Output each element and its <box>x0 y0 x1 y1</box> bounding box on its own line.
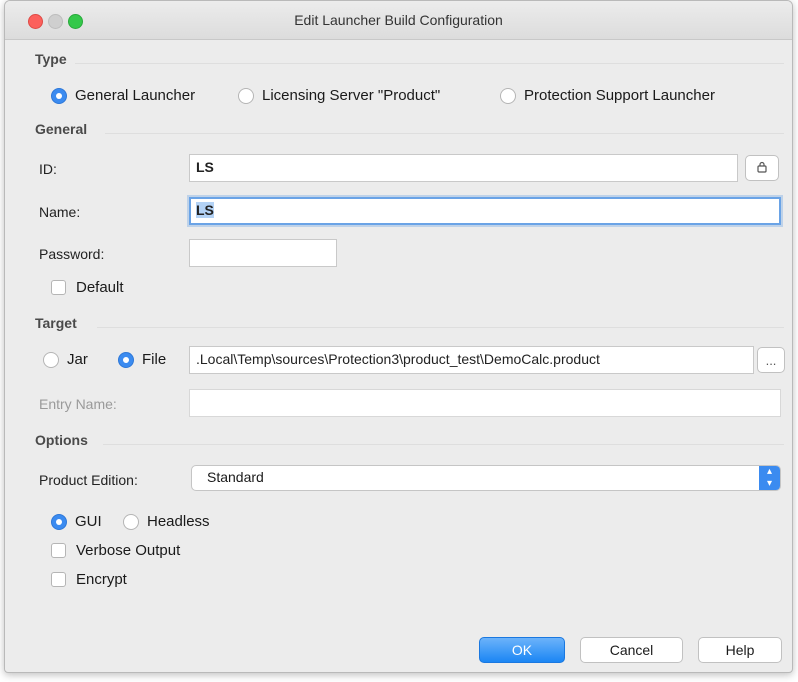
checkbox-label: Verbose Output <box>76 542 181 559</box>
checkbox-unchecked-icon <box>51 280 66 295</box>
product-edition-select[interactable]: Standard ▴ ▾ <box>191 465 781 491</box>
section-general: General <box>35 121 784 137</box>
radio-selected-icon <box>51 513 67 530</box>
section-type: Type <box>35 51 784 67</box>
checkbox-unchecked-icon <box>51 572 66 587</box>
section-general-heading: General <box>35 121 88 137</box>
product-edition-value: Standard <box>207 469 264 485</box>
radio-label: Protection Support Launcher <box>524 87 715 104</box>
checkbox-label: Default <box>76 279 124 296</box>
help-button[interactable]: Help <box>698 637 782 663</box>
title-bar[interactable]: Edit Launcher Build Configuration <box>5 1 792 40</box>
password-field[interactable] <box>189 239 337 267</box>
radio-selected-icon <box>118 351 134 368</box>
radio-label: General Launcher <box>75 87 196 104</box>
radio-protection-support[interactable]: Protection Support Launcher <box>500 87 715 104</box>
divider <box>103 444 784 445</box>
product-edition-label: Product Edition: <box>39 472 138 488</box>
browse-button[interactable]: ... <box>757 347 785 373</box>
radio-gui[interactable]: GUI <box>51 513 102 530</box>
entry-name-field[interactable] <box>189 389 781 417</box>
section-options-heading: Options <box>35 432 88 448</box>
section-target: Target <box>35 315 784 331</box>
lock-button[interactable] <box>745 155 779 181</box>
radio-label: File <box>142 351 167 368</box>
checkbox-unchecked-icon <box>51 543 66 558</box>
checkbox-label: Encrypt <box>76 571 127 588</box>
divider <box>75 63 784 64</box>
ok-button[interactable]: OK <box>479 637 565 663</box>
verbose-output-checkbox[interactable]: Verbose Output <box>51 542 180 559</box>
radio-licensing-server[interactable]: Licensing Server "Product" <box>238 87 440 104</box>
password-label: Password: <box>39 246 105 262</box>
radio-general-launcher[interactable]: General Launcher <box>51 87 195 104</box>
radio-selected-icon <box>51 87 67 104</box>
divider <box>105 133 784 134</box>
file-path-field[interactable]: .Local\Temp\sources\Protection3\product_… <box>189 346 754 374</box>
section-target-heading: Target <box>35 315 77 331</box>
radio-label: Jar <box>67 351 88 368</box>
radio-headless[interactable]: Headless <box>123 513 210 530</box>
encrypt-checkbox[interactable]: Encrypt <box>51 571 127 588</box>
id-field[interactable]: LS <box>189 154 738 182</box>
radio-unselected-icon <box>43 351 59 368</box>
section-options: Options <box>35 432 784 448</box>
divider <box>97 327 784 328</box>
chevron-updown-icon: ▴ ▾ <box>759 466 780 490</box>
radio-file[interactable]: File <box>118 351 166 368</box>
section-type-heading: Type <box>35 51 67 67</box>
dialog-window: Edit Launcher Build Configuration Type G… <box>4 0 793 673</box>
window-title: Edit Launcher Build Configuration <box>294 12 503 28</box>
name-label: Name: <box>39 204 81 220</box>
radio-label: GUI <box>75 513 102 530</box>
default-checkbox[interactable]: Default <box>51 279 124 296</box>
radio-unselected-icon <box>123 513 139 530</box>
radio-label: Headless <box>147 513 210 530</box>
id-label: ID: <box>39 161 57 177</box>
name-field[interactable]: LS <box>189 197 781 225</box>
radio-jar[interactable]: Jar <box>43 351 88 368</box>
radio-label: Licensing Server "Product" <box>262 87 441 104</box>
entry-name-label: Entry Name: <box>39 396 117 412</box>
radio-unselected-icon <box>500 87 516 104</box>
lock-icon <box>757 161 767 176</box>
name-field-value: LS <box>196 202 214 218</box>
radio-unselected-icon <box>238 87 254 104</box>
cancel-button[interactable]: Cancel <box>580 637 683 663</box>
